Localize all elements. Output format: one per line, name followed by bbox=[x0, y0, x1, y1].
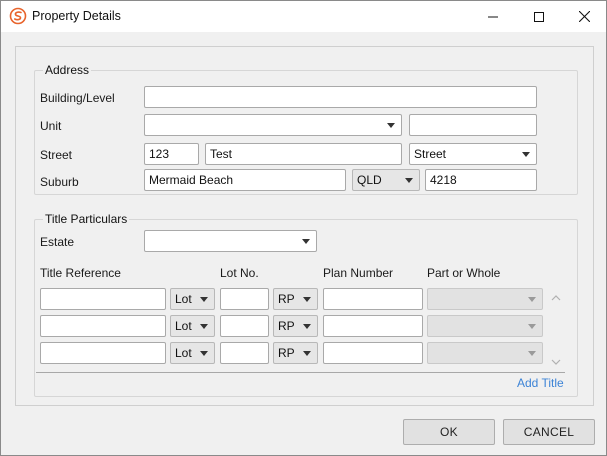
table-divider bbox=[36, 372, 565, 373]
minimize-icon bbox=[488, 16, 498, 17]
chevron-down-icon bbox=[387, 123, 395, 128]
suburb-input[interactable]: Mermaid Beach bbox=[144, 169, 346, 191]
state-value: QLD bbox=[357, 173, 382, 187]
unit-label: Unit bbox=[40, 119, 62, 133]
lot-type-value: Lot bbox=[175, 346, 192, 360]
street-type-select[interactable]: Street bbox=[409, 143, 537, 165]
title-reference-input[interactable] bbox=[40, 288, 166, 310]
chevron-down-icon bbox=[303, 324, 311, 329]
scroll-down-icon bbox=[551, 359, 561, 365]
estate-label: Estate bbox=[40, 235, 75, 249]
ok-button[interactable]: OK bbox=[403, 419, 495, 445]
scroll-up-icon bbox=[551, 295, 561, 301]
part-or-whole-select[interactable] bbox=[427, 315, 543, 337]
lot-type-select[interactable]: Lot bbox=[170, 288, 215, 310]
title-reference-input[interactable] bbox=[40, 342, 166, 364]
plan-type-value: RP bbox=[278, 292, 295, 306]
part-or-whole-select[interactable] bbox=[427, 342, 543, 364]
chevron-down-icon bbox=[302, 239, 310, 244]
maximize-icon bbox=[534, 11, 544, 22]
add-title-link[interactable]: Add Title bbox=[517, 376, 564, 390]
chevron-down-icon bbox=[528, 351, 536, 356]
unit-number-input[interactable] bbox=[409, 114, 537, 136]
part-or-whole-select[interactable] bbox=[427, 288, 543, 310]
building-label: Building/Level bbox=[40, 91, 115, 105]
chevron-down-icon bbox=[303, 351, 311, 356]
scroll-down-button[interactable] bbox=[551, 355, 561, 365]
street-label: Street bbox=[40, 148, 73, 162]
plan-type-value: RP bbox=[278, 346, 295, 360]
state-select[interactable]: QLD bbox=[352, 169, 420, 191]
lot-type-value: Lot bbox=[175, 319, 192, 333]
plan-number-input[interactable] bbox=[323, 315, 423, 337]
street-number-input[interactable]: 123 bbox=[144, 143, 199, 165]
plan-number-input[interactable] bbox=[323, 342, 423, 364]
unit-type-select[interactable] bbox=[144, 114, 402, 136]
cancel-button[interactable]: CANCEL bbox=[503, 419, 595, 445]
column-lot-no: Lot No. bbox=[220, 266, 259, 280]
minimize-button[interactable] bbox=[470, 1, 516, 32]
chevron-down-icon bbox=[522, 152, 530, 157]
scroll-up-button[interactable] bbox=[551, 291, 561, 301]
column-plan-number: Plan Number bbox=[323, 266, 394, 280]
lot-type-value: Lot bbox=[175, 292, 192, 306]
column-part-or-whole: Part or Whole bbox=[427, 266, 501, 280]
close-button[interactable] bbox=[561, 1, 607, 32]
title-bar: Property Details bbox=[1, 1, 606, 32]
lot-type-select[interactable]: Lot bbox=[170, 342, 215, 364]
close-icon bbox=[578, 11, 590, 22]
plan-type-value: RP bbox=[278, 319, 295, 333]
plan-type-select[interactable]: RP bbox=[273, 315, 318, 337]
lot-number-input[interactable] bbox=[220, 315, 269, 337]
lot-number-input[interactable] bbox=[220, 288, 269, 310]
property-details-window: Property Details Address Building/Level … bbox=[0, 0, 607, 456]
app-logo-icon bbox=[9, 7, 27, 25]
street-name-input[interactable]: Test bbox=[205, 143, 402, 165]
chevron-down-icon bbox=[200, 297, 208, 302]
maximize-button[interactable] bbox=[516, 1, 562, 32]
title-particulars-group-title: Title Particulars bbox=[43, 212, 130, 226]
chevron-down-icon bbox=[528, 324, 536, 329]
plan-number-input[interactable] bbox=[323, 288, 423, 310]
suburb-label: Suburb bbox=[40, 175, 79, 189]
address-group-title: Address bbox=[43, 63, 92, 77]
main-panel: Address Building/Level Unit Street 123 T… bbox=[15, 46, 594, 406]
chevron-down-icon bbox=[303, 297, 311, 302]
lot-type-select[interactable]: Lot bbox=[170, 315, 215, 337]
postcode-input[interactable]: 4218 bbox=[425, 169, 537, 191]
column-title-reference: Title Reference bbox=[40, 266, 121, 280]
chevron-down-icon bbox=[405, 178, 413, 183]
lot-number-input[interactable] bbox=[220, 342, 269, 364]
chevron-down-icon bbox=[200, 351, 208, 356]
street-type-value: Street bbox=[414, 147, 447, 161]
window-title: Property Details bbox=[32, 9, 121, 23]
plan-type-select[interactable]: RP bbox=[273, 342, 318, 364]
estate-select[interactable] bbox=[144, 230, 317, 252]
building-input[interactable] bbox=[144, 86, 537, 108]
chevron-down-icon bbox=[200, 324, 208, 329]
plan-type-select[interactable]: RP bbox=[273, 288, 318, 310]
title-reference-input[interactable] bbox=[40, 315, 166, 337]
chevron-down-icon bbox=[528, 297, 536, 302]
